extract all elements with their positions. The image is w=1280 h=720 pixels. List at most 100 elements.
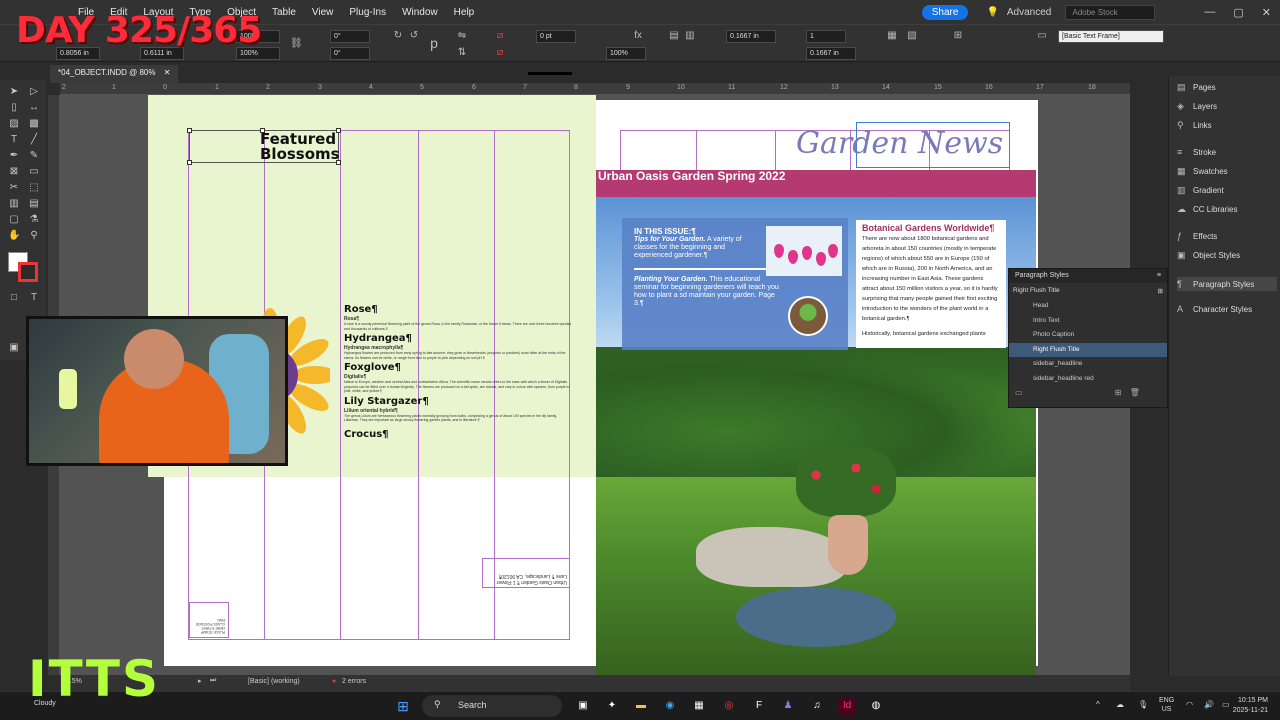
music-icon[interactable]: ♫ <box>808 697 826 715</box>
rotate-field[interactable]: 0° <box>330 30 370 43</box>
pen-tool-icon[interactable]: ✒ <box>8 150 20 162</box>
tray-chevron-icon[interactable]: ^ <box>1096 700 1100 709</box>
note-tool-icon[interactable]: ▢ <box>8 214 20 226</box>
screen-mode-icon[interactable]: ▣ <box>8 342 20 354</box>
selection-container-icon[interactable]: p <box>428 36 440 50</box>
inset-field[interactable]: 0.1667 in <box>806 47 856 60</box>
frame-style-select[interactable]: [Basic Text Frame] <box>1058 30 1164 43</box>
flower-text-frame[interactable]: Rose¶ Rosa¶ A rose is a woody perennial … <box>344 302 572 441</box>
maximize-icon[interactable]: ▢ <box>1233 6 1243 19</box>
file-explorer-icon[interactable]: ▬ <box>632 697 650 715</box>
document-tab[interactable]: *04_OBJECT.INDD @ 80% ✕ <box>50 65 179 83</box>
language-indicator[interactable]: ENG US <box>1159 696 1174 714</box>
align-left-icon[interactable]: ▤ <box>668 30 680 42</box>
style-item-right-flush-title[interactable]: Right Flush Title <box>1009 342 1167 357</box>
rectangle-tool-icon[interactable]: ▭ <box>28 166 40 178</box>
stroke-none-icon[interactable]: ⧄ <box>494 47 506 59</box>
distribute-icon[interactable]: ⊞ <box>952 30 964 42</box>
fill-none-icon[interactable]: ⧄ <box>494 30 506 42</box>
page-tool-icon[interactable]: ▯ <box>8 102 20 114</box>
fx-icon[interactable]: fx <box>632 30 644 42</box>
style-item-sidebar-headline-red[interactable]: sidebar_headline red <box>1009 372 1167 387</box>
menu-table[interactable]: Table <box>264 7 304 18</box>
gutter-field[interactable]: 0.1667 in <box>726 30 776 43</box>
panel-stroke[interactable]: ≡ Stroke <box>1177 147 1216 157</box>
issue-banner[interactable]: Urban Oasis Garden Spring 2022 <box>596 170 1036 197</box>
folder-icon[interactable]: ▭ <box>1015 388 1023 397</box>
formatting-container-icon[interactable]: □ <box>8 292 20 304</box>
direct-selection-tool-icon[interactable]: ▷ <box>28 86 40 98</box>
indesign-icon[interactable]: Id <box>838 697 856 715</box>
new-style-icon[interactable]: ⊞ <box>1115 388 1122 397</box>
type-tool-icon[interactable]: T <box>8 134 20 146</box>
frame-handle[interactable] <box>336 128 341 133</box>
bleeding-heart-image[interactable] <box>766 226 842 276</box>
stroke-weight-field[interactable]: 0 pt <box>536 30 576 43</box>
share-button[interactable]: Share <box>921 4 969 20</box>
chrome-icon[interactable]: ◎ <box>720 697 738 715</box>
microphone-icon[interactable]: 🎙 <box>1138 700 1148 709</box>
workspace-switcher[interactable]: Advanced <box>1007 7 1051 18</box>
flip-vertical-icon[interactable]: ⇅ <box>456 47 468 59</box>
store-icon[interactable]: ▦ <box>690 697 708 715</box>
menu-view[interactable]: View <box>304 7 342 18</box>
columns-field[interactable]: 1 <box>806 30 846 43</box>
delete-style-icon[interactable]: 🗑 <box>1130 388 1140 397</box>
formatting-text-icon[interactable]: T <box>28 292 40 304</box>
menu-window[interactable]: Window <box>394 7 446 18</box>
copilot-icon[interactable]: ✦ <box>603 697 621 715</box>
style-item-intro-text[interactable]: Intro Text <box>1009 314 1167 329</box>
content-collector-icon[interactable]: ▨ <box>8 118 20 130</box>
task-view-icon[interactable]: ▣ <box>574 697 592 715</box>
panel-effects[interactable]: ƒ Effects <box>1177 231 1217 241</box>
selection-tool-icon[interactable]: ➤ <box>8 86 20 98</box>
panel-paragraph-styles[interactable]: ¶ Paragraph Styles <box>1177 277 1277 291</box>
style-item-photo-caption[interactable]: Photo Caption <box>1009 328 1167 343</box>
tab-close-icon[interactable]: ✕ <box>164 68 171 77</box>
system-clock[interactable]: 10:15 PM 2025-11-21 <box>1233 696 1268 716</box>
panel-layers[interactable]: ◈ Layers <box>1177 101 1217 112</box>
panel-character-styles[interactable]: A Character Styles <box>1177 304 1252 314</box>
obs-icon[interactable]: ◍ <box>867 697 885 715</box>
adobe-stock-search[interactable]: Adobe Stock <box>1065 4 1156 20</box>
constrain-link-icon[interactable]: ⛓ <box>290 38 303 50</box>
close-icon[interactable]: ✕ <box>1262 6 1271 19</box>
free-transform-tool-icon[interactable]: ⬚ <box>28 182 40 194</box>
text-wrap-icon[interactable]: ▦ <box>886 30 898 42</box>
panel-gradient[interactable]: ▥ Gradient <box>1177 185 1224 196</box>
content-placer-icon[interactable]: ▩ <box>28 118 40 130</box>
panel-menu-icon[interactable]: ≡ <box>1157 272 1161 279</box>
gradient-feather-tool-icon[interactable]: ▤ <box>28 198 40 210</box>
teams-icon[interactable]: ♟ <box>779 697 797 715</box>
line-tool-icon[interactable]: ╱ <box>28 134 40 146</box>
page-style-label[interactable]: [Basic] (working) <box>248 678 300 685</box>
preflight-errors[interactable]: 2 errors <box>342 678 366 685</box>
new-style-from-icon[interactable]: ⊞ <box>1158 287 1163 295</box>
menu-help[interactable]: Help <box>446 7 483 18</box>
stroke-type-swatch[interactable] <box>528 72 572 75</box>
seedling-image[interactable] <box>788 296 828 336</box>
taskbar-search[interactable]: ⚲ Search <box>422 695 562 717</box>
lightbulb-icon[interactable]: 💡 <box>978 7 1006 18</box>
battery-icon[interactable]: ▭ <box>1222 700 1230 709</box>
panel-pages[interactable]: ▤ Pages <box>1177 82 1216 93</box>
hand-tool-icon[interactable]: ✋ <box>8 230 20 242</box>
masthead-garden-news[interactable]: Garden News <box>796 126 1003 161</box>
next-page-icon[interactable]: ▸ <box>198 677 202 685</box>
featured-blossoms-title[interactable]: Featured Blossoms <box>260 132 340 162</box>
menu-plugins[interactable]: Plug-Ins <box>341 7 394 18</box>
panel-object-styles[interactable]: ▣ Object Styles <box>1177 250 1240 261</box>
frame-style-icon[interactable]: ▭ <box>1036 30 1048 42</box>
last-page-icon[interactable]: ⏭ <box>210 677 216 685</box>
stroke-swatch-icon[interactable] <box>18 262 38 282</box>
shear-field[interactable]: 0° <box>330 47 370 60</box>
fontbase-icon[interactable]: F <box>750 697 768 715</box>
frame-handle[interactable] <box>187 160 192 165</box>
style-item-sidebar-headline[interactable]: sidebar_headline <box>1009 357 1167 372</box>
eyedropper-tool-icon[interactable]: ⚗ <box>28 214 40 226</box>
volume-icon[interactable]: 🔊 <box>1204 700 1214 709</box>
rectangle-frame-tool-icon[interactable]: ⊠ <box>8 166 20 178</box>
rotate-ccw-icon[interactable]: ↺ <box>408 30 420 42</box>
gap-tool-icon[interactable]: ↔ <box>28 102 40 114</box>
pencil-tool-icon[interactable]: ✎ <box>28 150 40 162</box>
